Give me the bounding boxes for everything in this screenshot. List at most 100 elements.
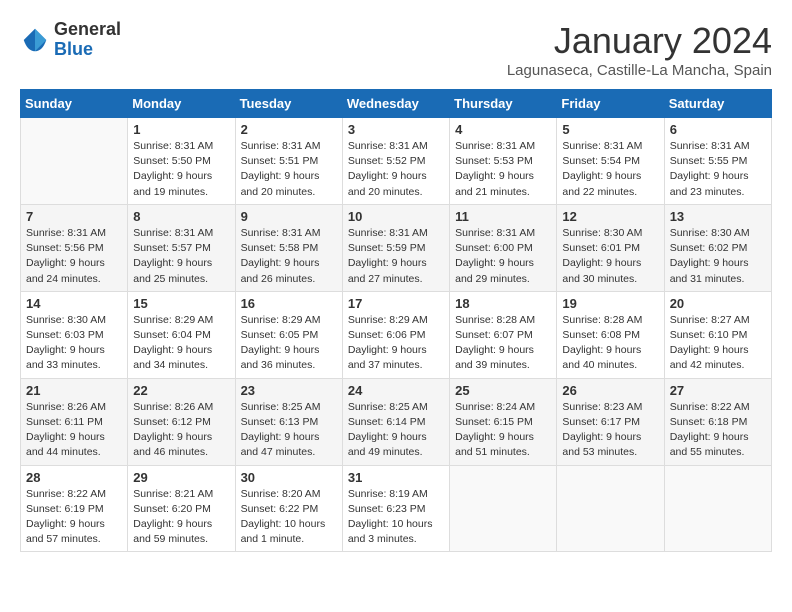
day-info: Sunrise: 8:31 AM Sunset: 5:57 PM Dayligh…: [133, 226, 229, 287]
day-cell: [21, 118, 128, 205]
day-info: Sunrise: 8:31 AM Sunset: 5:54 PM Dayligh…: [562, 139, 658, 200]
day-info: Sunrise: 8:31 AM Sunset: 6:00 PM Dayligh…: [455, 226, 551, 287]
col-header-saturday: Saturday: [664, 90, 771, 118]
day-info: Sunrise: 8:26 AM Sunset: 6:12 PM Dayligh…: [133, 400, 229, 461]
day-cell: 30 Sunrise: 8:20 AM Sunset: 6:22 PM Dayli…: [235, 465, 342, 552]
day-cell: 12Sunrise: 8:30 AM Sunset: 6:01 PM Dayli…: [557, 204, 664, 291]
day-number: 15: [133, 296, 229, 311]
location: Lagunaseca, Castille-La Mancha, Spain: [507, 62, 772, 79]
col-header-friday: Friday: [557, 90, 664, 118]
day-number: 10: [348, 209, 444, 224]
day-cell: 17 Sunrise: 8:29 AM Sunset: 6:06 PM Dayli…: [342, 291, 449, 378]
logo-blue: Blue: [54, 40, 121, 60]
day-number: 20: [670, 296, 766, 311]
day-info: Sunrise: 8:31 AM Sunset: 5:59 PM Dayligh…: [348, 226, 444, 287]
logo-icon: [20, 25, 50, 55]
day-cell: 1Sunrise: 8:31 AM Sunset: 5:50 PM Daylig…: [128, 118, 235, 205]
day-number: 24: [348, 383, 444, 398]
day-number: 28: [26, 470, 122, 485]
day-info: Sunrise: 8:19 AM Sunset: 6:23 PM Dayligh…: [348, 487, 444, 548]
day-cell: 18 Sunrise: 8:28 AM Sunset: 6:07 PM Dayli…: [450, 291, 557, 378]
week-row-1: 1Sunrise: 8:31 AM Sunset: 5:50 PM Daylig…: [21, 118, 772, 205]
day-number: 26: [562, 383, 658, 398]
day-cell: 23 Sunrise: 8:25 AM Sunset: 6:13 PM Dayli…: [235, 378, 342, 465]
logo: General Blue: [20, 20, 121, 60]
day-number: 22: [133, 383, 229, 398]
day-number: 27: [670, 383, 766, 398]
day-info: Sunrise: 8:25 AM Sunset: 6:14 PM Dayligh…: [348, 400, 444, 461]
day-info: Sunrise: 8:25 AM Sunset: 6:13 PM Dayligh…: [241, 400, 337, 461]
day-number: 21: [26, 383, 122, 398]
day-number: 8: [133, 209, 229, 224]
calendar-table: SundayMondayTuesdayWednesdayThursdayFrid…: [20, 89, 772, 552]
col-header-tuesday: Tuesday: [235, 90, 342, 118]
week-row-4: 21 Sunrise: 8:26 AM Sunset: 6:11 PM Dayli…: [21, 378, 772, 465]
week-row-3: 14 Sunrise: 8:30 AM Sunset: 6:03 PM Dayli…: [21, 291, 772, 378]
day-info: Sunrise: 8:31 AM Sunset: 5:52 PM Dayligh…: [348, 139, 444, 200]
day-cell: 20Sunrise: 8:27 AM Sunset: 6:10 PM Dayli…: [664, 291, 771, 378]
day-info: Sunrise: 8:31 AM Sunset: 5:56 PM Dayligh…: [26, 226, 122, 287]
day-number: 7: [26, 209, 122, 224]
day-cell: 29 Sunrise: 8:21 AM Sunset: 6:20 PM Dayli…: [128, 465, 235, 552]
day-number: 29: [133, 470, 229, 485]
day-info: Sunrise: 8:24 AM Sunset: 6:15 PM Dayligh…: [455, 400, 551, 461]
day-info: Sunrise: 8:30 AM Sunset: 6:02 PM Dayligh…: [670, 226, 766, 287]
day-number: 5: [562, 122, 658, 137]
header-row: SundayMondayTuesdayWednesdayThursdayFrid…: [21, 90, 772, 118]
col-header-thursday: Thursday: [450, 90, 557, 118]
col-header-sunday: Sunday: [21, 90, 128, 118]
week-row-5: 28 Sunrise: 8:22 AM Sunset: 6:19 PM Dayli…: [21, 465, 772, 552]
logo-text: General Blue: [54, 20, 121, 60]
day-cell: 14 Sunrise: 8:30 AM Sunset: 6:03 PM Dayli…: [21, 291, 128, 378]
day-cell: 6 Sunrise: 8:31 AM Sunset: 5:55 PM Daylig…: [664, 118, 771, 205]
day-info: Sunrise: 8:29 AM Sunset: 6:05 PM Dayligh…: [241, 313, 337, 374]
day-info: Sunrise: 8:29 AM Sunset: 6:06 PM Dayligh…: [348, 313, 444, 374]
day-info: Sunrise: 8:30 AM Sunset: 6:03 PM Dayligh…: [26, 313, 122, 374]
day-info: Sunrise: 8:26 AM Sunset: 6:11 PM Dayligh…: [26, 400, 122, 461]
day-info: Sunrise: 8:22 AM Sunset: 6:19 PM Dayligh…: [26, 487, 122, 548]
day-cell: [664, 465, 771, 552]
day-info: Sunrise: 8:22 AM Sunset: 6:18 PM Dayligh…: [670, 400, 766, 461]
day-info: Sunrise: 8:23 AM Sunset: 6:17 PM Dayligh…: [562, 400, 658, 461]
day-cell: 28 Sunrise: 8:22 AM Sunset: 6:19 PM Dayli…: [21, 465, 128, 552]
day-number: 9: [241, 209, 337, 224]
title-section: January 2024 Lagunaseca, Castille-La Man…: [507, 20, 772, 79]
day-number: 2: [241, 122, 337, 137]
day-number: 17: [348, 296, 444, 311]
logo-general: General: [54, 20, 121, 40]
day-info: Sunrise: 8:31 AM Sunset: 5:51 PM Dayligh…: [241, 139, 337, 200]
month-title: January 2024: [507, 20, 772, 62]
day-cell: 21 Sunrise: 8:26 AM Sunset: 6:11 PM Dayli…: [21, 378, 128, 465]
day-cell: 31 Sunrise: 8:19 AM Sunset: 6:23 PM Dayli…: [342, 465, 449, 552]
day-info: Sunrise: 8:31 AM Sunset: 5:58 PM Dayligh…: [241, 226, 337, 287]
day-number: 14: [26, 296, 122, 311]
day-info: Sunrise: 8:31 AM Sunset: 5:53 PM Dayligh…: [455, 139, 551, 200]
day-number: 6: [670, 122, 766, 137]
day-info: Sunrise: 8:20 AM Sunset: 6:22 PM Dayligh…: [241, 487, 337, 548]
day-cell: 7 Sunrise: 8:31 AM Sunset: 5:56 PM Daylig…: [21, 204, 128, 291]
day-info: Sunrise: 8:28 AM Sunset: 6:07 PM Dayligh…: [455, 313, 551, 374]
day-cell: 11Sunrise: 8:31 AM Sunset: 6:00 PM Dayli…: [450, 204, 557, 291]
day-number: 3: [348, 122, 444, 137]
day-number: 13: [670, 209, 766, 224]
day-cell: 26 Sunrise: 8:23 AM Sunset: 6:17 PM Dayli…: [557, 378, 664, 465]
week-row-2: 7 Sunrise: 8:31 AM Sunset: 5:56 PM Daylig…: [21, 204, 772, 291]
day-number: 19: [562, 296, 658, 311]
day-number: 23: [241, 383, 337, 398]
day-info: Sunrise: 8:30 AM Sunset: 6:01 PM Dayligh…: [562, 226, 658, 287]
day-number: 18: [455, 296, 551, 311]
day-cell: [450, 465, 557, 552]
day-cell: 25Sunrise: 8:24 AM Sunset: 6:15 PM Dayli…: [450, 378, 557, 465]
day-number: 30: [241, 470, 337, 485]
day-cell: 19Sunrise: 8:28 AM Sunset: 6:08 PM Dayli…: [557, 291, 664, 378]
day-cell: 13 Sunrise: 8:30 AM Sunset: 6:02 PM Dayli…: [664, 204, 771, 291]
day-info: Sunrise: 8:31 AM Sunset: 5:55 PM Dayligh…: [670, 139, 766, 200]
day-cell: 22 Sunrise: 8:26 AM Sunset: 6:12 PM Dayli…: [128, 378, 235, 465]
day-info: Sunrise: 8:21 AM Sunset: 6:20 PM Dayligh…: [133, 487, 229, 548]
day-cell: 15Sunrise: 8:29 AM Sunset: 6:04 PM Dayli…: [128, 291, 235, 378]
day-number: 31: [348, 470, 444, 485]
day-cell: 2 Sunrise: 8:31 AM Sunset: 5:51 PM Daylig…: [235, 118, 342, 205]
day-number: 4: [455, 122, 551, 137]
day-number: 16: [241, 296, 337, 311]
day-cell: 8 Sunrise: 8:31 AM Sunset: 5:57 PM Daylig…: [128, 204, 235, 291]
